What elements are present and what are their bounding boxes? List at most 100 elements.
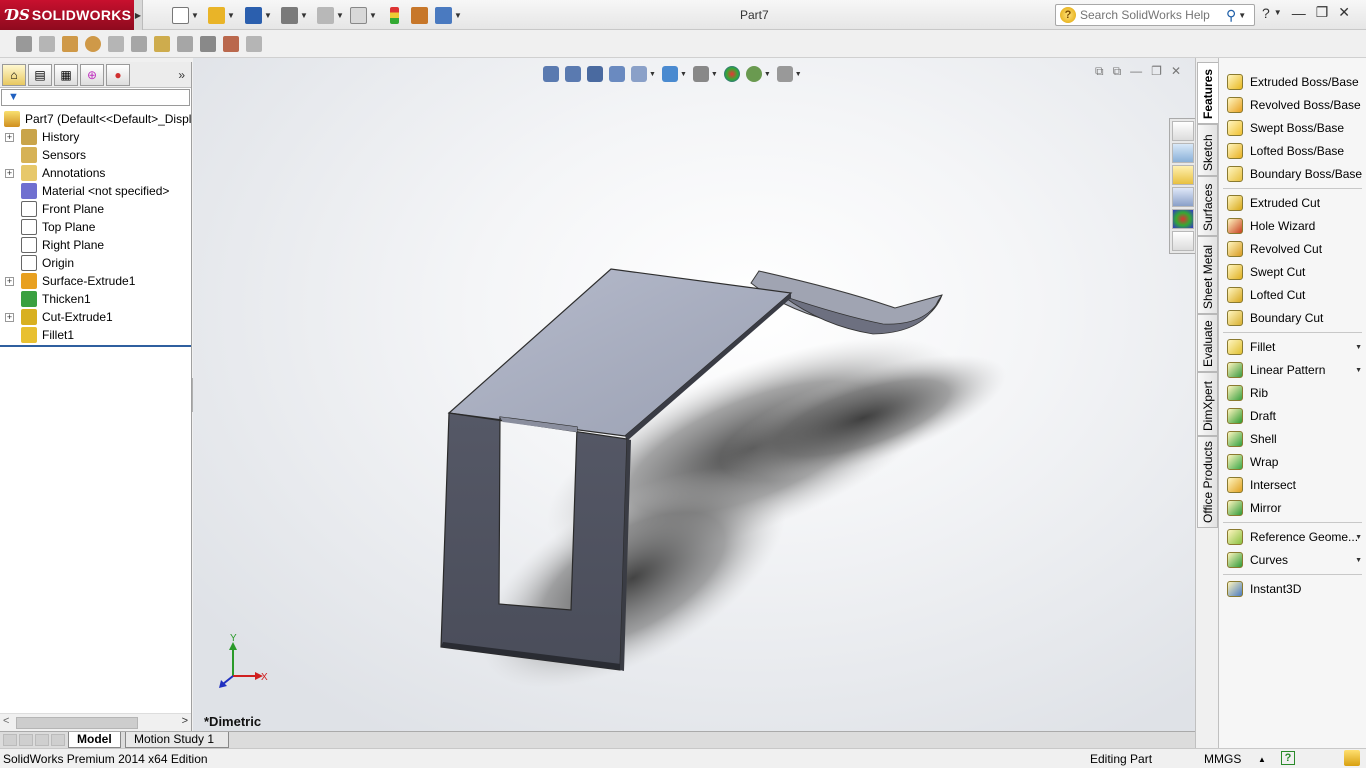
undo-button[interactable]: ▼: [317, 5, 344, 25]
file-properties-button[interactable]: [411, 5, 428, 25]
tab-sketch[interactable]: Sketch: [1197, 124, 1218, 176]
reference-geometry-button[interactable]: Reference Geome... ▼: [1219, 526, 1366, 548]
part-icon[interactable]: [16, 36, 32, 52]
apply-scene-icon[interactable]: [745, 66, 762, 82]
custom-properties-icon[interactable]: [1172, 231, 1194, 251]
tab-surfaces[interactable]: Surfaces: [1197, 176, 1218, 236]
tree-item-origin[interactable]: Origin: [0, 254, 191, 272]
horizontal-scrollbar[interactable]: < >: [0, 713, 191, 731]
lofted-cut-button[interactable]: Lofted Cut: [1219, 284, 1366, 306]
units-arrow-icon[interactable]: ▲: [1258, 755, 1266, 764]
tab-motion-study[interactable]: Motion Study 1: [125, 732, 229, 748]
component-icon[interactable]: [62, 36, 78, 52]
search-icon[interactable]: ⚲: [1226, 7, 1236, 24]
quick-tips-icon[interactable]: ?: [1281, 751, 1295, 765]
lofted-boss-button[interactable]: Lofted Boss/Base: [1219, 140, 1366, 162]
curves-button[interactable]: Curves ▼: [1219, 549, 1366, 571]
rebuild-button[interactable]: [390, 5, 399, 25]
help-icon[interactable]: ?: [1262, 5, 1270, 21]
tile-horizontal-icon[interactable]: ⧉: [1095, 64, 1104, 79]
view-orientation-icon[interactable]: [631, 66, 647, 82]
solidworks-resources-icon[interactable]: [1172, 121, 1194, 141]
select-button[interactable]: ▼: [350, 5, 377, 25]
configuration-manager-tab[interactable]: ▦: [54, 63, 78, 86]
tab-prev-icon[interactable]: [19, 734, 33, 746]
link-icon[interactable]: [131, 36, 147, 52]
hide-show-items-icon[interactable]: [692, 66, 709, 82]
dimxpert-manager-tab[interactable]: ⊕: [80, 63, 104, 86]
tab-first-icon[interactable]: [3, 734, 17, 746]
revolved-cut-button[interactable]: Revolved Cut: [1219, 238, 1366, 260]
dropdown-arrow-icon[interactable]: ▼: [1355, 344, 1362, 351]
section-view-icon[interactable]: [609, 66, 625, 82]
scroll-thumb[interactable]: [16, 717, 138, 729]
tree-item-surface-extrude1[interactable]: + Surface-Extrude1: [0, 272, 191, 290]
tool-icon[interactable]: [200, 36, 216, 52]
file-explorer-icon[interactable]: [1172, 165, 1194, 185]
minimize-icon[interactable]: —: [1292, 5, 1306, 21]
save-button[interactable]: ▼: [245, 5, 272, 25]
tree-item-history[interactable]: + History: [0, 128, 191, 146]
tab-sheet-metal[interactable]: Sheet Metal: [1197, 236, 1218, 314]
dropdown-arrow-icon[interactable]: ▼: [1355, 557, 1362, 564]
graphics-area[interactable]: Y X ▼ ▼ ▼ ▼ ▼ ⧉ ⧉ — ❐ ✕ *Dimetric: [193, 58, 1195, 731]
sphere-icon[interactable]: [85, 36, 101, 52]
viewport-minimize-icon[interactable]: —: [1130, 64, 1142, 79]
features-icon[interactable]: [154, 36, 170, 52]
assembly-icon[interactable]: [39, 36, 55, 52]
tile-vertical-icon[interactable]: ⧉: [1113, 64, 1122, 79]
extruded-boss-button[interactable]: Extruded Boss/Base: [1219, 71, 1366, 93]
swept-cut-button[interactable]: Swept Cut: [1219, 261, 1366, 283]
linear-pattern-button[interactable]: Linear Pattern ▼: [1219, 359, 1366, 381]
tree-item-sensors[interactable]: Sensors: [0, 146, 191, 164]
boundary-boss-button[interactable]: Boundary Boss/Base: [1219, 163, 1366, 185]
property-manager-tab[interactable]: ▤: [28, 63, 52, 86]
revolved-boss-button[interactable]: Revolved Boss/Base: [1219, 94, 1366, 116]
edit-appearance-icon[interactable]: [723, 66, 740, 82]
block-icon[interactable]: [177, 36, 193, 52]
notification-icon[interactable]: [1344, 750, 1360, 766]
fillet-button[interactable]: Fillet ▼: [1219, 336, 1366, 358]
zoom-to-area-icon[interactable]: [565, 66, 581, 82]
display-manager-tab[interactable]: ●: [106, 63, 130, 86]
dropdown-arrow-icon[interactable]: ▼: [1355, 367, 1362, 374]
tree-item-front-plane[interactable]: Front Plane: [0, 200, 191, 218]
help-search-box[interactable]: ? ⚲ ▼: [1055, 4, 1255, 26]
search-dropdown-icon[interactable]: ▼: [1238, 11, 1246, 20]
rollback-bar[interactable]: [0, 345, 191, 347]
tab-evaluate[interactable]: Evaluate: [1197, 314, 1218, 372]
frame-icon[interactable]: [246, 36, 262, 52]
tree-item-cut-extrude1[interactable]: + Cut-Extrude1: [0, 308, 191, 326]
tree-item-fillet1[interactable]: Fillet1: [0, 326, 191, 344]
print-button[interactable]: ▼: [281, 5, 308, 25]
tree-root-part[interactable]: Part7 (Default<<Default>_Displ: [0, 110, 191, 128]
tab-next-icon[interactable]: [35, 734, 49, 746]
tab-dimxpert[interactable]: DimXpert: [1197, 372, 1218, 436]
viewport-restore-icon[interactable]: ❐: [1151, 64, 1162, 79]
tab-office-products[interactable]: Office Products: [1197, 436, 1218, 528]
tree-item-thicken1[interactable]: Thicken1: [0, 290, 191, 308]
draft-button[interactable]: Draft: [1219, 405, 1366, 427]
wrap-button[interactable]: Wrap: [1219, 451, 1366, 473]
xray-icon[interactable]: [223, 36, 239, 52]
close-icon[interactable]: ✕: [1338, 4, 1350, 21]
new-document-button[interactable]: ▼: [172, 5, 199, 25]
display-style-icon[interactable]: [661, 66, 678, 82]
appearances-icon[interactable]: [1172, 209, 1194, 229]
restore-icon[interactable]: ❐: [1316, 4, 1329, 21]
instant3d-button[interactable]: Instant3D: [1219, 578, 1366, 600]
menu-expand-arrow[interactable]: ▶: [134, 0, 143, 30]
solidworks-logo[interactable]: ƊS SOLIDWORKS: [0, 0, 134, 30]
search-input[interactable]: [1080, 8, 1222, 22]
tab-last-icon[interactable]: [51, 734, 65, 746]
boundary-cut-button[interactable]: Boundary Cut: [1219, 307, 1366, 329]
tab-model[interactable]: Model: [68, 732, 121, 748]
swept-boss-button[interactable]: Swept Boss/Base: [1219, 117, 1366, 139]
view-palette-icon[interactable]: [1172, 187, 1194, 207]
hole-wizard-button[interactable]: Hole Wizard: [1219, 215, 1366, 237]
extruded-cut-button[interactable]: Extruded Cut: [1219, 192, 1366, 214]
options-button[interactable]: ▼: [435, 5, 462, 25]
rib-button[interactable]: Rib: [1219, 382, 1366, 404]
feature-manager-tab[interactable]: ⌂: [2, 63, 26, 86]
previous-view-icon[interactable]: [587, 66, 603, 82]
